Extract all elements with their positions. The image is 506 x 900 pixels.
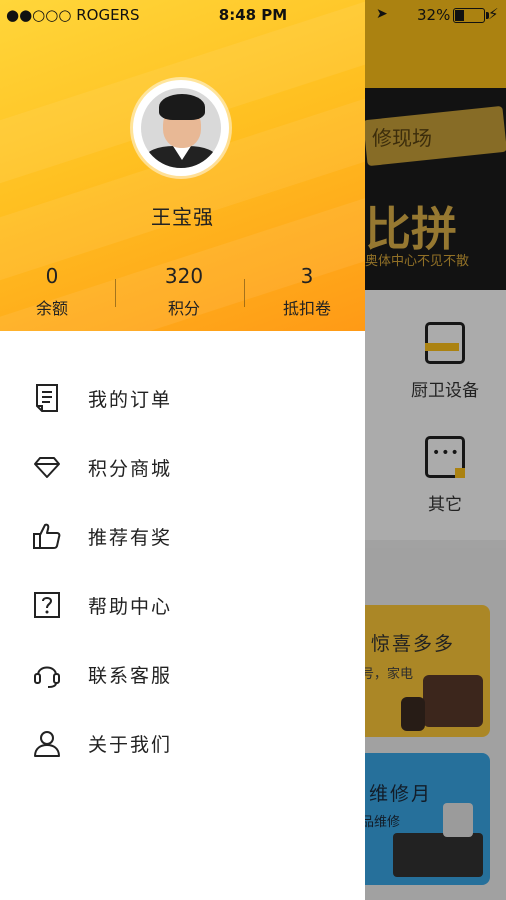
stat-coupons[interactable]: 3 抵扣卷 (247, 263, 365, 319)
stat-value: 3 (300, 264, 314, 288)
menu-item-points-mall[interactable]: 积分商城 (0, 432, 365, 501)
stat-label: 余额 (35, 299, 68, 318)
location-arrow-icon: ➤ (376, 6, 388, 22)
stat-divider (244, 279, 245, 307)
menu-item-orders[interactable]: 我的订单 (0, 363, 365, 432)
side-drawer: 王宝强 0 余额 320 积分 3 抵扣卷 我的订单 积分商城 推荐有奖 帮助中… (0, 0, 365, 900)
avatar-hair (159, 94, 205, 120)
battery-percentage: 32% (417, 6, 451, 24)
avatar-photo (141, 88, 221, 168)
thumbs-up-icon (33, 523, 61, 549)
menu-item-label: 关于我们 (88, 734, 173, 756)
help-icon (34, 592, 60, 618)
menu-item-label: 积分商城 (88, 458, 173, 480)
menu-item-referral[interactable]: 推荐有奖 (0, 501, 365, 570)
headset-icon (34, 666, 60, 688)
menu-item-help[interactable]: 帮助中心 (0, 570, 365, 639)
stat-balance[interactable]: 0 余额 (0, 263, 112, 319)
user-icon (34, 731, 60, 757)
menu-item-label: 我的订单 (88, 389, 173, 411)
diamond-icon (34, 457, 60, 478)
stat-points[interactable]: 320 积分 (124, 263, 244, 319)
dim-overlay[interactable] (365, 0, 506, 900)
menu-item-label: 联系客服 (88, 665, 173, 687)
menu-item-customer-service[interactable]: 联系客服 (0, 639, 365, 708)
status-bar: ●●○○○ ROGERS 8:48 PM ➤ 32% ⚡ (0, 0, 506, 30)
menu-item-about[interactable]: 关于我们 (0, 708, 365, 777)
menu-item-label: 推荐有奖 (88, 527, 173, 549)
stat-value: 320 (164, 264, 204, 288)
menu-item-label: 帮助中心 (88, 596, 173, 618)
drawer-header: 王宝强 0 余额 320 积分 3 抵扣卷 (0, 0, 365, 331)
stat-value: 0 (45, 264, 59, 288)
username[interactable]: 王宝强 (0, 201, 365, 230)
order-icon (36, 384, 58, 412)
stat-label: 抵扣卷 (282, 299, 331, 318)
battery-icon (453, 8, 489, 23)
charging-icon: ⚡ (488, 5, 499, 23)
avatar[interactable] (133, 80, 229, 176)
stat-label: 积分 (167, 299, 200, 318)
user-stats: 0 余额 320 积分 3 抵扣卷 (0, 263, 365, 323)
stat-divider (115, 279, 116, 307)
